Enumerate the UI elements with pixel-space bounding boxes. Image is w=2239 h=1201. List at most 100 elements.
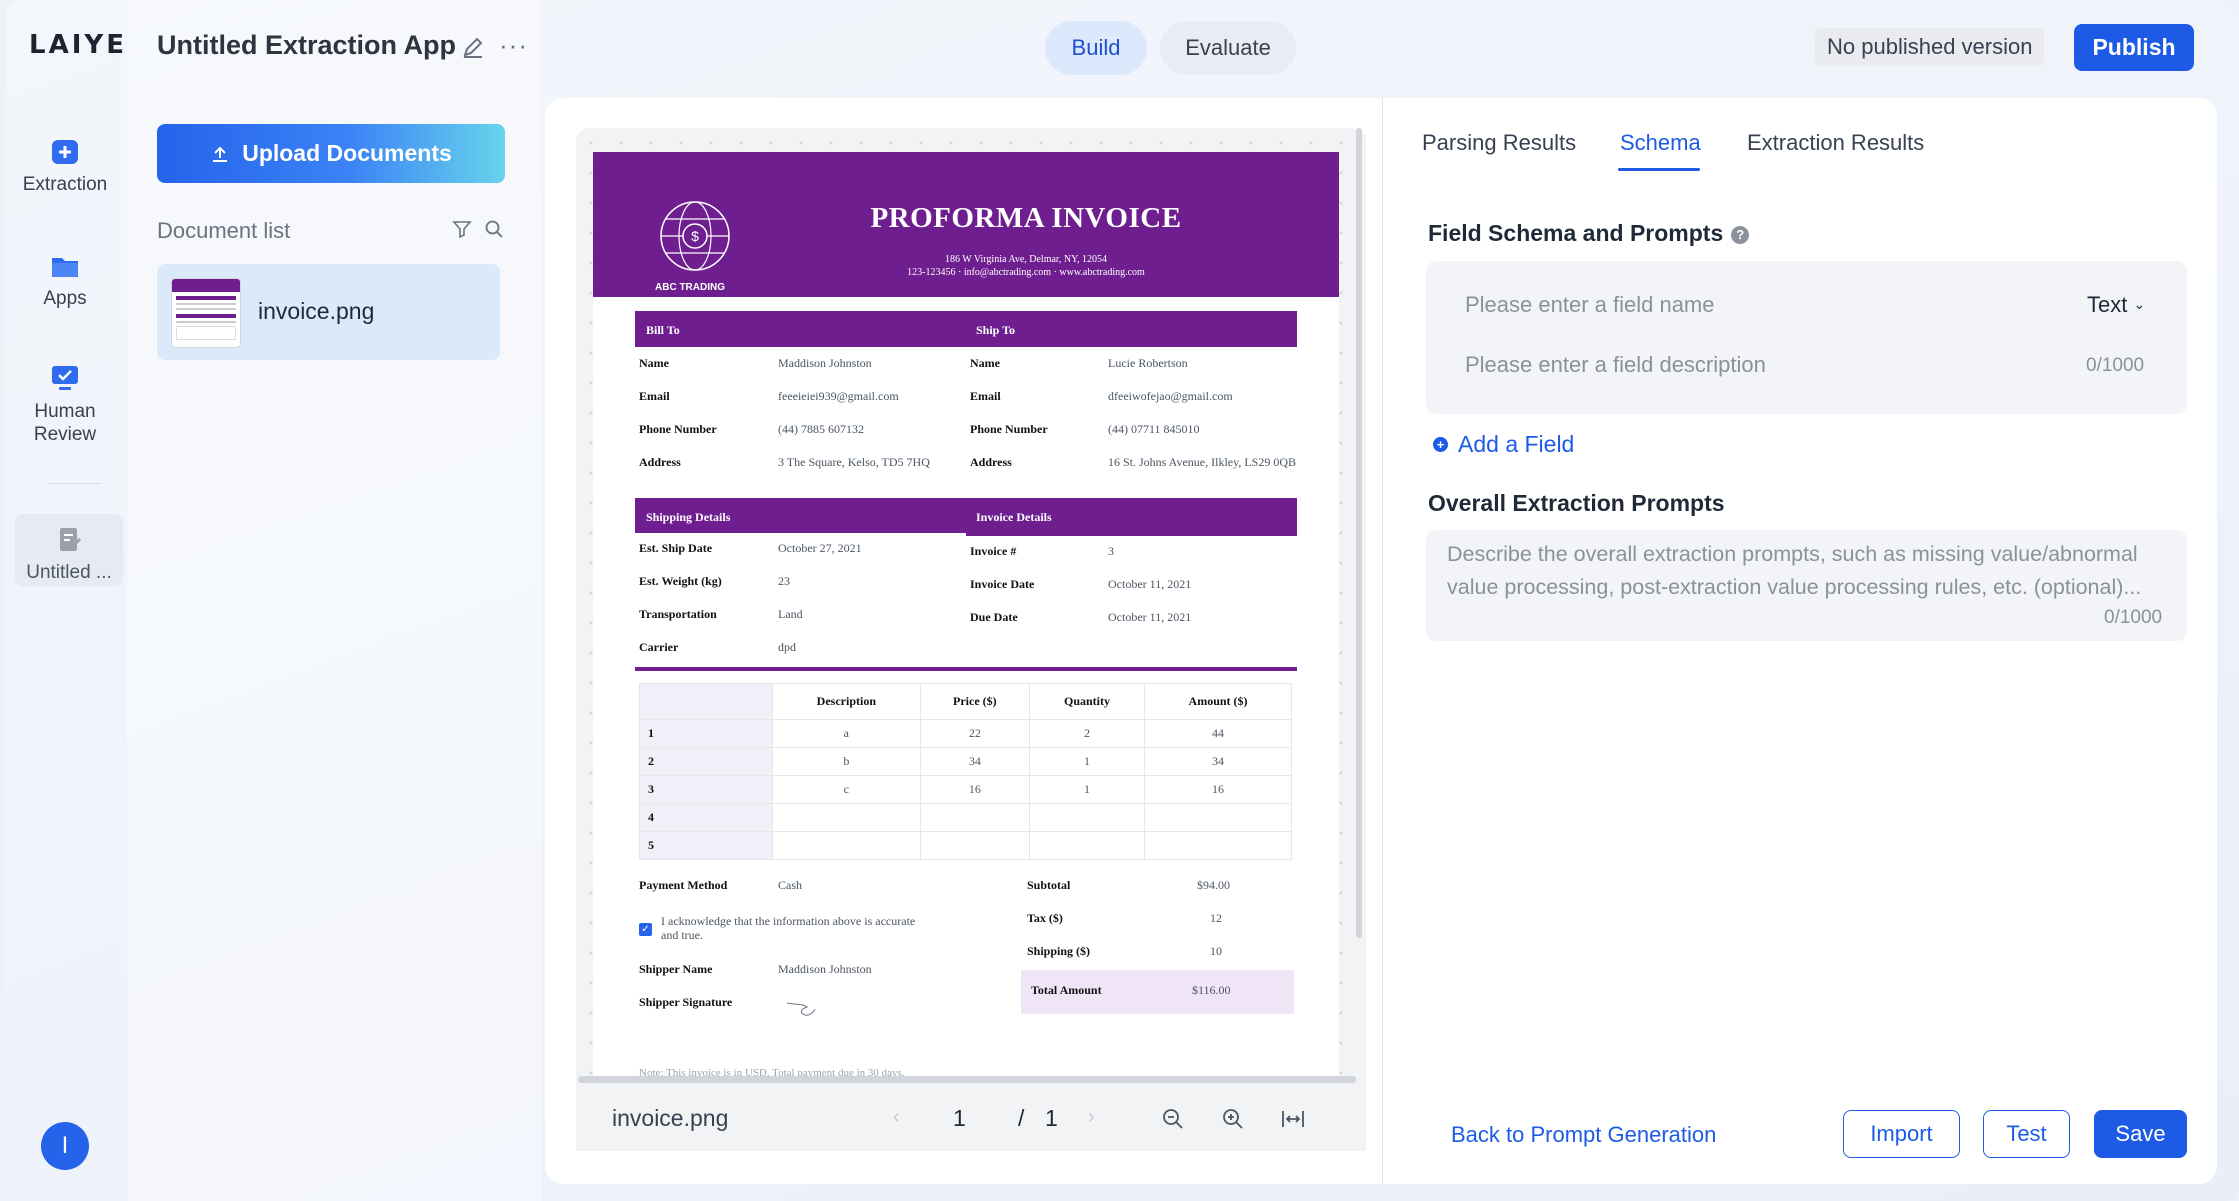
acknowledge-text: I acknowledge that the information above… [661,914,916,942]
field-label: Carrier [639,640,679,654]
table-cell: 1 [1028,775,1146,804]
chevron-left-icon[interactable]: ‹ [893,1106,900,1129]
table-cell [1144,803,1292,832]
rail-item-human-review[interactable]: Human Review [5,364,125,446]
field-value: 23 [778,574,790,588]
invoice-address-line: 186 W Virginia Ave, Delmar, NY, 12054 [944,254,1108,265]
field-value: 3 [1108,544,1114,558]
table-cell: 34 [919,747,1030,776]
upload-label: Upload Documents [242,140,452,166]
field-value: $116.00 [1192,983,1231,997]
table-cell [1028,831,1146,860]
upload-icon [213,146,228,162]
field-label: Subtotal [1027,878,1071,892]
rail-item-extraction[interactable]: Extraction [5,138,125,196]
chevron-down-icon: ⌄ [2133,296,2146,312]
field-label: Name [970,356,1000,370]
field-value: 3 The Square, Kelso, TD5 7HQ [778,455,930,469]
field-label: Total Amount [1031,983,1102,997]
test-button[interactable]: Test [1983,1110,2070,1158]
add-field-button[interactable]: + Add a Field [1433,431,1574,458]
preview-vertical-scrollbar[interactable] [1356,128,1362,938]
table-header-cell [639,683,773,720]
publish-button[interactable]: Publish [2074,24,2194,71]
evaluate-tab[interactable]: Evaluate [1160,21,1296,75]
invoice-contact-line: 123-123456 · info@abctrading.com · www.a… [907,267,1145,278]
table-cell: 1 [639,719,773,748]
field-value: October 11, 2021 [1108,610,1192,624]
table-cell: c [772,775,921,804]
edit-pencil-icon[interactable] [460,34,486,60]
import-button[interactable]: Import [1843,1110,1960,1158]
build-tab[interactable]: Build [1045,21,1147,75]
app-title: Untitled Extraction App [157,30,457,60]
rail-item-untitled[interactable]: Untitled ... [15,514,123,586]
back-to-prompt-generation-link[interactable]: Back to Prompt Generation [1451,1122,1716,1148]
field-value: October 27, 2021 [778,541,862,555]
user-avatar[interactable]: I [41,1122,89,1170]
field-label: Shipper Name [639,962,713,976]
shipping-invoice-header: Shipping Details Invoice Details [635,498,1297,536]
page-number-input[interactable]: 1 [953,1105,966,1132]
line-items-table: Description Price ($) Quantity Amount ($… [639,683,1292,860]
table-cell [919,831,1030,860]
chevron-right-icon[interactable]: › [1088,1106,1095,1129]
monitor-check-icon [52,366,78,390]
upload-documents-button[interactable]: Upload Documents [157,124,505,183]
schema-title-text: Field Schema and Prompts [1428,220,1724,246]
zoom-in-icon[interactable] [1220,1106,1246,1132]
field-label: Shipper Signature [639,995,733,1009]
fit-width-icon[interactable] [1280,1106,1306,1132]
field-label: Shipping ($) [1027,944,1091,958]
table-row: 1 a 22 2 44 [639,719,1292,748]
field-value: feeeieiei939@gmail.com [778,389,899,403]
field-label: Phone Number [639,422,717,436]
help-icon[interactable]: ? [1731,226,1750,244]
preview-horizontal-scrollbar[interactable] [578,1076,1356,1083]
tab-schema[interactable]: Schema [1620,130,1701,156]
field-label: Email [639,389,670,403]
field-name-input[interactable]: Please enter a field name [1465,292,1715,318]
rail-item-apps[interactable]: Apps [5,252,125,310]
invoice-details-heading: Invoice Details [976,510,1052,524]
folder-icon [52,258,78,277]
field-label: Payment Method [639,878,728,892]
zoom-out-icon[interactable] [1160,1106,1186,1132]
field-label: Invoice Date [970,577,1035,591]
table-cell [1028,803,1146,832]
schema-section-title: Field Schema and Prompts? [1428,220,1750,247]
field-value: Land [778,607,803,621]
tab-parsing-results[interactable]: Parsing Results [1422,130,1576,156]
more-options-icon[interactable]: ··· [499,32,528,58]
field-label: Est. Ship Date [639,541,713,555]
add-field-label: Add a Field [1458,431,1575,457]
active-tab-underline [1618,168,1700,171]
prompt-char-count: 0/1000 [2104,607,2163,628]
table-cell: 1 [1028,747,1146,776]
overall-prompts-placeholder: Describe the overall extraction prompts,… [1447,542,2142,599]
publish-status-badge: No published version [1815,28,2045,66]
field-label: Phone Number [970,422,1048,436]
filter-icon[interactable] [452,219,472,239]
invoice-banner: $ ABC TRADING PROFORMA INVOICE 186 W Vir… [593,152,1339,297]
save-button[interactable]: Save [2094,1110,2187,1158]
field-label: Address [639,455,681,469]
tab-extraction-results[interactable]: Extraction Results [1747,130,1924,156]
field-label: Name [639,356,669,370]
table-cell: 16 [919,775,1030,804]
table-header-row: Description Price ($) Quantity Amount ($… [639,683,1292,720]
field-value: $94.00 [1197,878,1230,892]
document-list-item[interactable]: invoice.png [157,264,500,360]
field-value: (44) 7885 607132 [778,422,864,436]
field-value: 10 [1210,944,1222,958]
pager-file-name: invoice.png [612,1105,729,1131]
page-separator: / [1018,1105,1025,1131]
field-label: Tax ($) [1027,911,1063,925]
bill-ship-header: Bill To Ship To [635,311,1297,347]
field-description-input[interactable]: Please enter a field description [1465,352,1766,378]
rail-item-label: Apps [43,288,87,309]
table-cell: 5 [639,831,773,860]
search-icon[interactable] [484,219,504,239]
field-type-select[interactable]: Text ⌄ [2087,292,2145,318]
field-label: Invoice # [970,544,1017,558]
